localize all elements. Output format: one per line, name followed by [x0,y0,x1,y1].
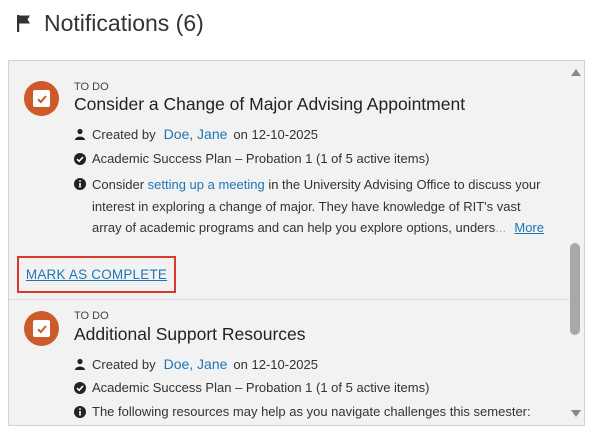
setup-meeting-link[interactable]: setting up a meeting [148,177,265,192]
creator-link[interactable]: Doe, Jane [164,356,228,372]
notifications-panel: TO DO Consider a Change of Major Advisin… [8,60,585,426]
notification-card: TO DO Consider a Change of Major Advisin… [9,61,569,255]
created-row: Created by Doe, Jane on 12-10-2025 [74,126,318,142]
checkbox-icon [33,90,50,107]
notifications-header: Notifications (6) [16,6,204,40]
created-date: on 12-10-2025 [233,356,318,372]
info-icon [74,405,86,418]
plan-text: Academic Success Plan – Probation 1 (1 o… [92,380,430,395]
created-label: Created by [92,356,156,372]
todo-badge [24,81,59,116]
notification-title[interactable]: Additional Support Resources [74,324,306,345]
notification-title[interactable]: Consider a Change of Major Advising Appo… [74,94,465,115]
mark-as-complete-label: MARK AS COMPLETE [25,267,168,282]
body-row: The following resources may help as you … [74,404,531,419]
creator-link[interactable]: Doe, Jane [164,126,228,142]
body-line: array of academic programs and can help … [74,217,554,239]
scroll-up-icon[interactable] [571,69,581,76]
plan-row: Academic Success Plan – Probation 1 (1 o… [74,151,429,166]
body-text: The following resources may help as you … [92,404,531,419]
created-label: Created by [92,126,156,142]
more-link[interactable]: More [508,217,544,239]
check-circle-icon [74,381,86,394]
scrollbar[interactable] [567,61,584,425]
created-date: on 12-10-2025 [233,126,318,142]
notification-kind: TO DO [74,81,109,93]
plan-text: Academic Success Plan – Probation 1 (1 o… [92,151,430,166]
user-icon [75,128,85,140]
mark-as-complete-button[interactable]: MARK AS COMPLETE [17,256,176,293]
page-title: Notifications (6) [44,9,204,36]
user-icon [75,358,85,370]
created-row: Created by Doe, Jane on 12-10-2025 [74,356,318,372]
scroll-thumb[interactable] [570,243,580,335]
body-line: interest in exploring a change of major.… [92,198,521,214]
scroll-down-icon[interactable] [571,410,581,417]
check-circle-icon [74,152,86,165]
todo-badge [24,311,59,346]
notification-kind: TO DO [74,310,109,322]
notification-body: Consider setting up a meeting in the Uni… [74,174,554,239]
notification-card: TO DO Additional Support Resources Creat… [9,299,569,425]
body-line: Consider setting up a meeting in the Uni… [92,177,541,192]
plan-row: Academic Success Plan – Probation 1 (1 o… [74,380,429,395]
checkbox-icon [33,320,50,337]
flag-icon [17,15,30,32]
